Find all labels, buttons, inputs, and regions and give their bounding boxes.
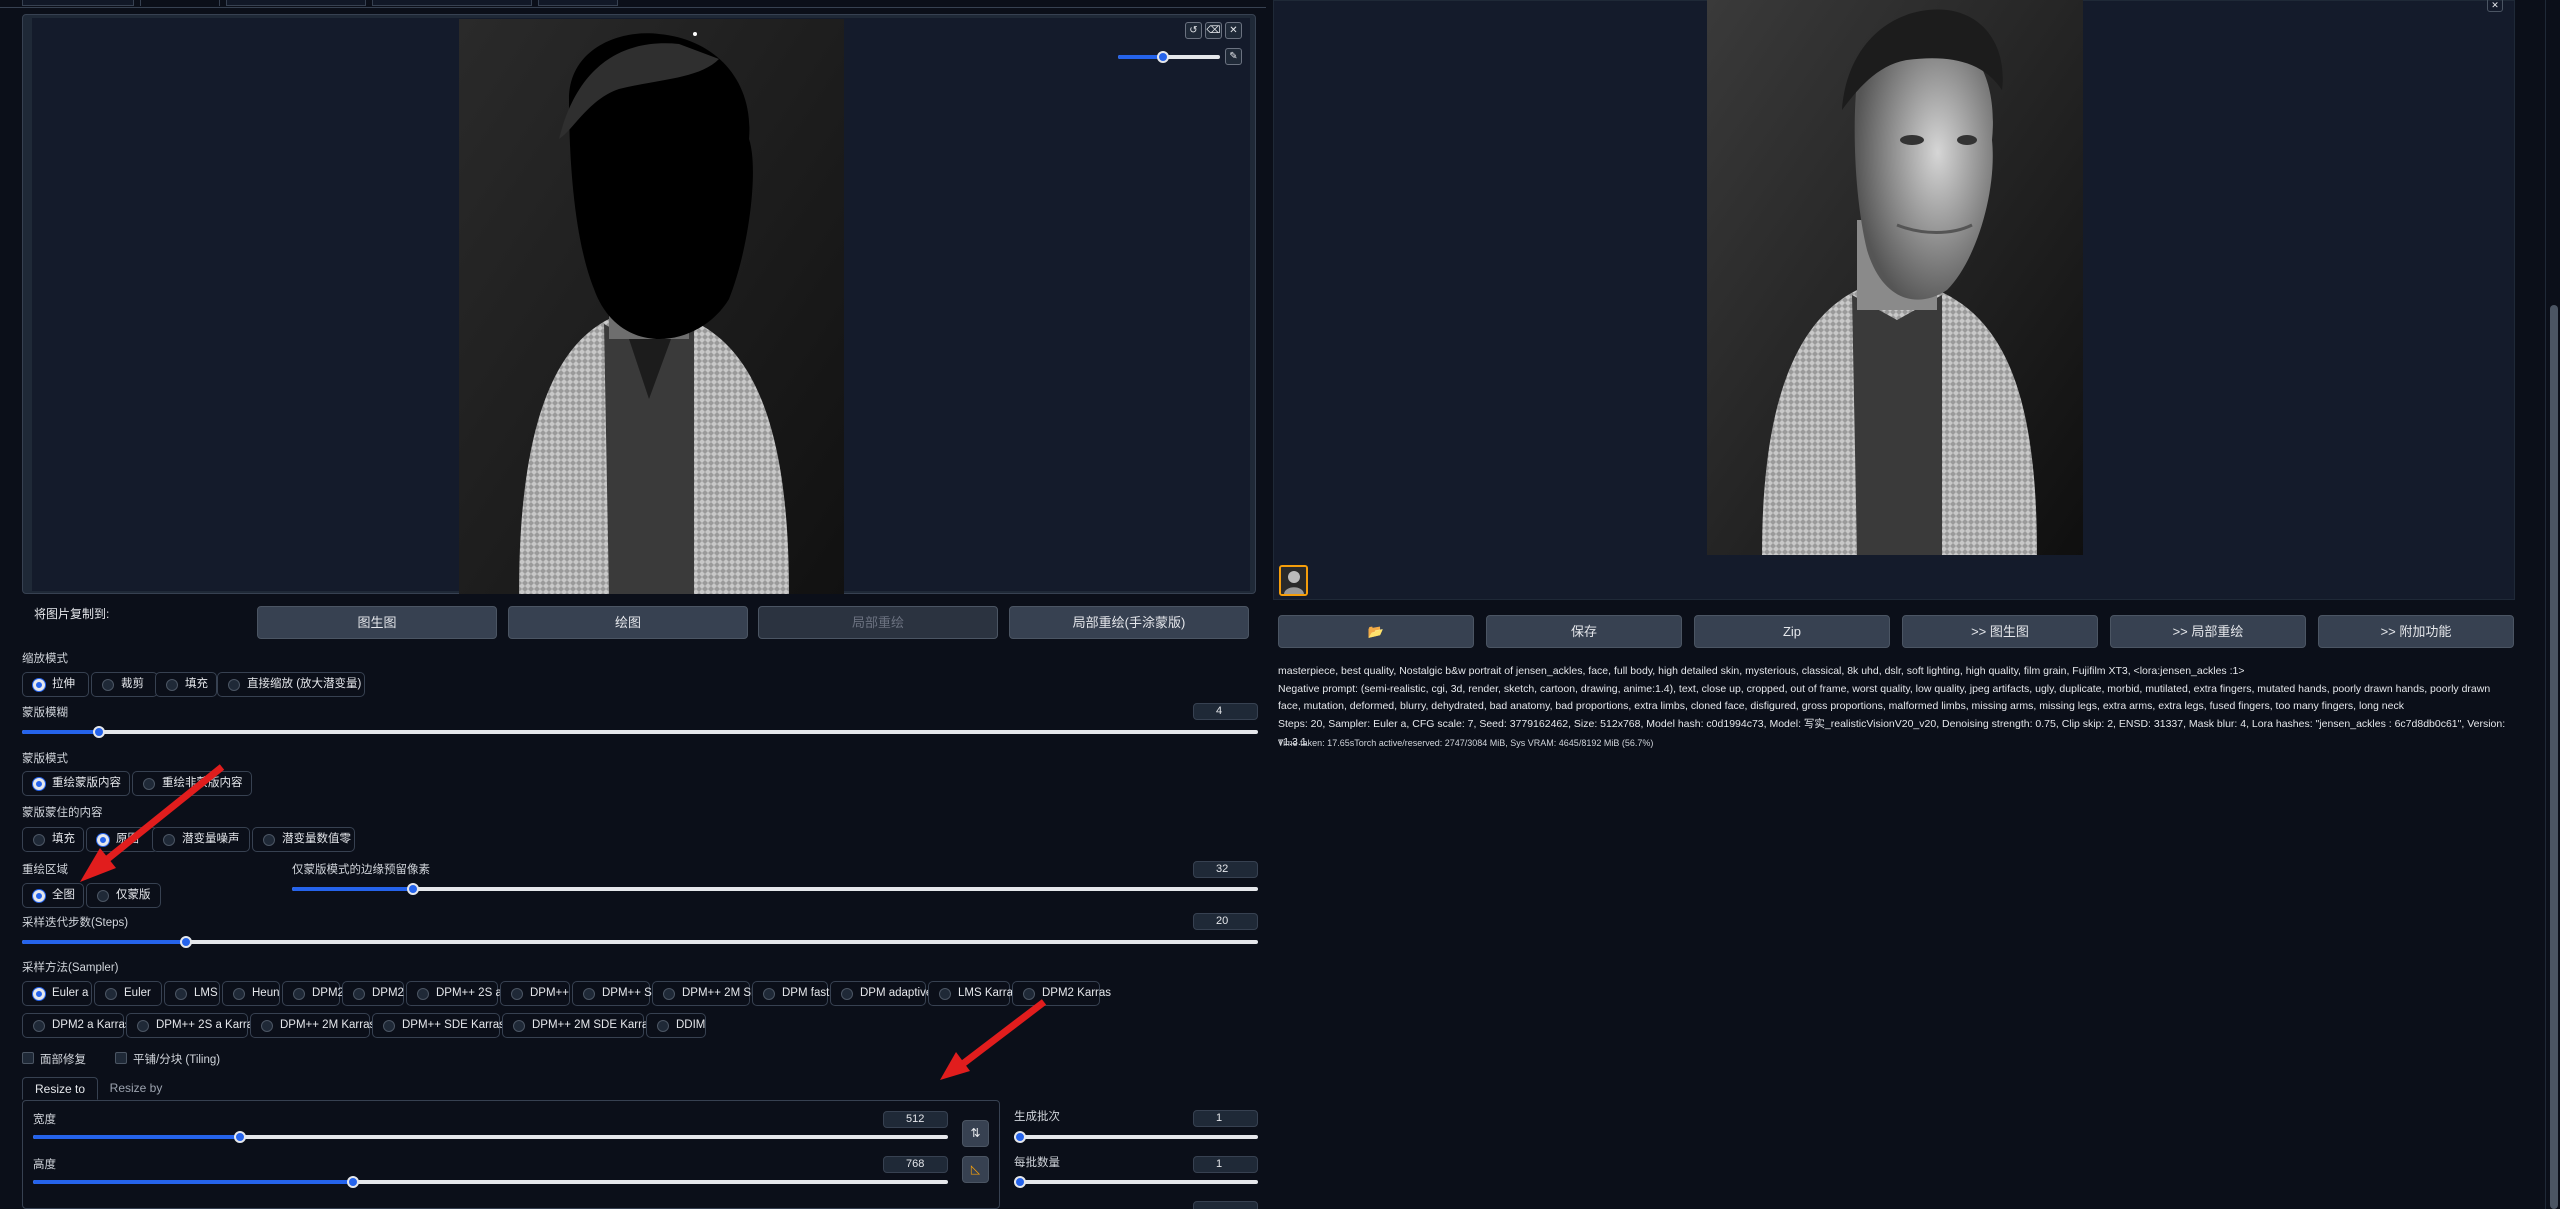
negative-prompt-line-1: Negative prompt: (semi-realistic, cgi, 3… bbox=[1278, 683, 2491, 695]
folder-icon: 📂 bbox=[1367, 624, 1385, 639]
batch-size-input[interactable]: 1 bbox=[1193, 1156, 1258, 1173]
canvas-controls: ↺ ⌫ ✕ bbox=[1185, 22, 1242, 39]
time-taken: Time taken: 17.65sTorch active/reserved:… bbox=[1278, 738, 1654, 748]
save-button[interactable]: 保存 bbox=[1486, 615, 1682, 648]
annotation-arrowhead-2 bbox=[940, 1052, 970, 1080]
annotation-arrow-2 bbox=[957, 999, 1047, 1069]
brush-size-thumb[interactable] bbox=[1157, 51, 1169, 63]
annotation-arrow-1 bbox=[97, 764, 225, 868]
output-thumbnail[interactable] bbox=[1279, 565, 1308, 596]
undo-icon[interactable]: ↺ bbox=[1185, 22, 1202, 39]
mask-blur-input[interactable]: 4 bbox=[1193, 703, 1258, 720]
brush-icon[interactable]: ✎ bbox=[1225, 48, 1242, 65]
annotation-arrows bbox=[80, 764, 1047, 1080]
close-icon[interactable]: ✕ bbox=[1225, 22, 1242, 39]
batch-count-input[interactable]: 1 bbox=[1193, 1110, 1258, 1127]
close-icon[interactable]: ✕ bbox=[2487, 0, 2503, 12]
send-to-img2img-button[interactable]: >> 图生图 bbox=[1902, 615, 2098, 648]
send-to-inpaint-button[interactable]: >> 局部重绘 bbox=[2110, 615, 2306, 648]
padding-input[interactable]: 32 bbox=[1193, 861, 1258, 878]
output-image[interactable] bbox=[1707, 0, 2083, 555]
prompt-text: masterpiece, best quality, Nostalgic b&w… bbox=[1278, 665, 2245, 677]
negative-prompt-line-2: face, mutation, deformed, blurry, dehydr… bbox=[1278, 700, 2404, 712]
cfg-input-partial[interactable] bbox=[1193, 1201, 1258, 1209]
steps-input[interactable]: 20 bbox=[1193, 913, 1258, 930]
clear-icon[interactable]: ⌫ bbox=[1205, 22, 1222, 39]
page-scrollbar[interactable] bbox=[2545, 0, 2560, 1209]
open-folder-button[interactable]: 📂 bbox=[1278, 615, 1474, 648]
scrollbar-thumb[interactable] bbox=[2550, 305, 2558, 1209]
brush-size-slider[interactable] bbox=[1118, 51, 1220, 63]
zip-button[interactable]: Zip bbox=[1694, 615, 1890, 648]
send-to-extras-button[interactable]: >> 附加功能 bbox=[2318, 615, 2514, 648]
